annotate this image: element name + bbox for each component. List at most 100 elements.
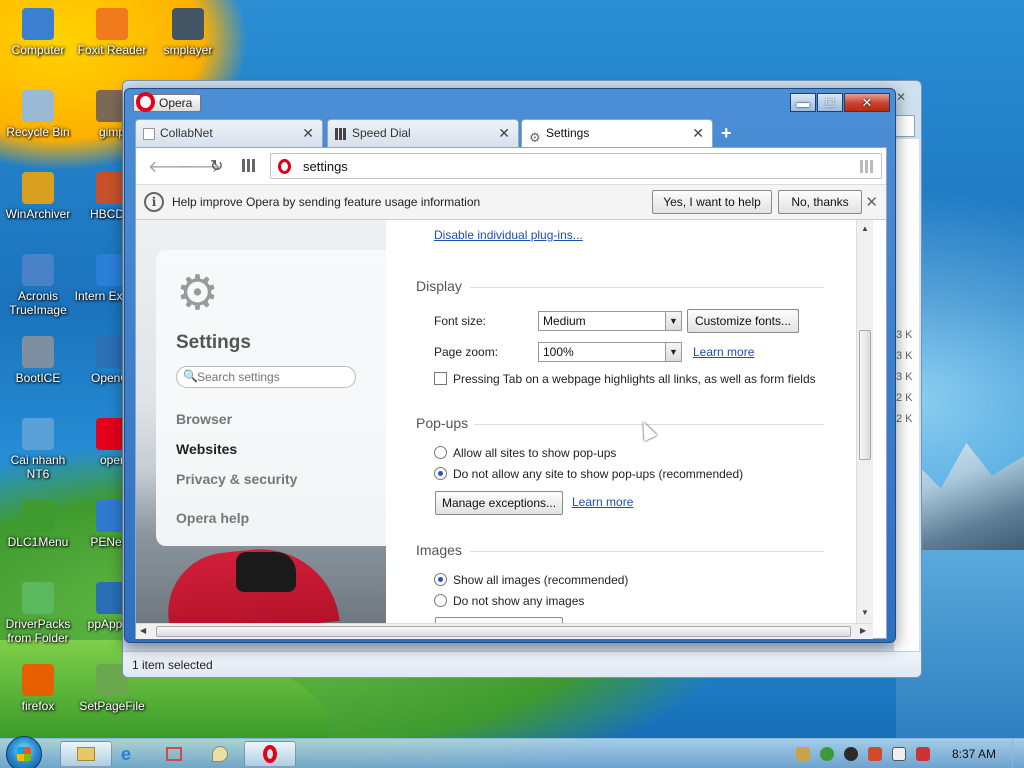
recycle-bin-icon xyxy=(22,90,54,122)
maximize-button[interactable]: □ xyxy=(817,93,843,112)
firefox-icon xyxy=(22,664,54,696)
info-icon: i xyxy=(144,192,164,212)
tab-highlight-checkbox[interactable] xyxy=(434,372,447,385)
tray-network-icon[interactable] xyxy=(892,747,906,761)
customize-fonts-button[interactable]: Customize fonts... xyxy=(687,309,799,333)
sidebar-item-websites[interactable]: Websites xyxy=(176,441,237,457)
vertical-scrollbar[interactable]: ▲ ▼ xyxy=(856,220,873,623)
font-size-label: Font size: xyxy=(434,314,487,328)
tab-close-icon[interactable]: ✕ xyxy=(692,120,704,146)
taskbar: e 8:37 AM xyxy=(0,736,1024,768)
file-size: 3 K xyxy=(896,350,913,362)
horizontal-scrollbar[interactable]: ◀ ▶ xyxy=(136,623,873,639)
images-hide-label: Do not show any images xyxy=(453,594,585,608)
popups-block-label: Do not allow any site to show pop-ups (r… xyxy=(453,467,744,481)
close-button[interactable]: ✕ xyxy=(844,93,890,112)
tray-tools-icon[interactable] xyxy=(868,747,882,761)
desktop-icon-label: Acronis TrueImage xyxy=(9,289,67,317)
reload-icon[interactable]: ↻ xyxy=(210,156,223,176)
show-desktop-button[interactable] xyxy=(1012,739,1024,768)
desktop-icon[interactable]: smplayer xyxy=(150,8,226,57)
images-show-label: Show all images (recommended) xyxy=(453,573,629,587)
page-zoom-select[interactable]: 100% ▼ xyxy=(538,342,682,362)
scroll-right-icon[interactable]: ▶ xyxy=(860,626,866,635)
taskbar-ie[interactable]: e xyxy=(102,741,150,767)
tray-app-icon[interactable] xyxy=(796,747,810,761)
desktop-icon[interactable]: DriverPacks from Folder xyxy=(0,582,76,645)
browser-content: 🡐 🡒 ↻ settings i Help improve Opera by s… xyxy=(135,147,887,639)
no-thanks-button[interactable]: No, thanks xyxy=(778,190,862,214)
chevron-down-icon: ▼ xyxy=(665,312,681,330)
url-field[interactable]: settings xyxy=(270,153,882,179)
taskbar-paint[interactable] xyxy=(196,741,244,767)
speed-dial-icon[interactable] xyxy=(242,159,255,172)
zoom-learn-more-link[interactable]: Learn more xyxy=(693,345,754,359)
tray-volume-icon[interactable] xyxy=(916,747,930,761)
file-size-column: 3 K 3 K 3 K 2 K 2 K xyxy=(893,139,919,659)
desktop-icon[interactable]: firefox xyxy=(0,664,76,713)
scroll-up-icon[interactable]: ▲ xyxy=(861,224,869,233)
desktop-icon-label: DLC1Menu xyxy=(7,535,69,549)
desktop-icon[interactable]: Computer xyxy=(0,8,76,57)
tab-settings[interactable]: ⚙ Settings ✕ xyxy=(521,119,713,147)
desktop-icon[interactable]: Recycle Bin xyxy=(0,90,76,139)
taskbar-opera[interactable] xyxy=(244,741,296,767)
new-tab-button[interactable]: + xyxy=(721,123,732,144)
manage-exceptions-button[interactable]: Manage exceptions... xyxy=(435,491,563,515)
sidebar-item-opera-help[interactable]: Opera help xyxy=(176,510,249,526)
images-hide-radio[interactable] xyxy=(434,594,447,607)
scroll-left-icon[interactable]: ◀ xyxy=(140,626,146,635)
driverpacks-icon xyxy=(22,582,54,614)
file-size: 3 K xyxy=(896,371,913,383)
popups-block-radio[interactable] xyxy=(434,467,447,480)
desktop-icon-label: Cai nhanh NT6 xyxy=(10,453,66,481)
search-settings-box[interactable]: 🔍 xyxy=(176,366,356,388)
popups-learn-more-link[interactable]: Learn more xyxy=(572,495,633,509)
opera-logo-icon xyxy=(136,92,155,112)
desktop-icon[interactable]: Cai nhanh NT6 xyxy=(0,418,76,481)
opera-window[interactable]: Opera ▬ □ ✕ CollabNet ✕ Speed Dial ✕ ⚙ S… xyxy=(124,88,896,643)
start-button[interactable] xyxy=(6,736,42,768)
desktop-icon[interactable]: Foxit Reader xyxy=(74,8,150,57)
tray-play-icon[interactable] xyxy=(844,747,858,761)
tray-security-icon[interactable] xyxy=(820,747,834,761)
sidebar-item-privacy[interactable]: Privacy & security xyxy=(176,471,297,487)
taskbar-network[interactable] xyxy=(150,741,198,767)
tab-close-icon[interactable]: ✕ xyxy=(498,120,510,146)
desktop-icon[interactable]: Acronis TrueImage xyxy=(0,254,76,317)
penguin-icon xyxy=(172,8,204,40)
desktop-icon[interactable]: WinArchiver xyxy=(0,172,76,221)
installer-icon xyxy=(22,418,54,450)
scrollbar-thumb[interactable] xyxy=(859,330,871,460)
sidebar-item-browser[interactable]: Browser xyxy=(176,411,232,427)
popups-allow-label: Allow all sites to show pop-ups xyxy=(453,446,617,460)
font-size-value: Medium xyxy=(543,314,586,328)
font-size-select[interactable]: Medium ▼ xyxy=(538,311,682,331)
images-show-radio[interactable] xyxy=(434,573,447,586)
desktop-icon[interactable]: BootICE xyxy=(0,336,76,385)
explorer-status-bar: 1 item selected xyxy=(123,651,921,677)
tab-close-icon[interactable]: ✕ xyxy=(302,120,314,146)
desktop-icon[interactable]: DLC1Menu xyxy=(0,500,76,549)
scroll-down-icon[interactable]: ▼ xyxy=(861,608,869,617)
tab-speed-dial[interactable]: Speed Dial ✕ xyxy=(327,119,519,147)
minimize-button[interactable]: ▬ xyxy=(790,93,816,112)
close-icon[interactable]: ✕ xyxy=(865,193,878,211)
speed-dial-grid-icon[interactable] xyxy=(860,160,873,173)
background-skydiver xyxy=(236,552,296,592)
search-input[interactable] xyxy=(197,369,349,385)
infobar-message: Help improve Opera by sending feature us… xyxy=(172,195,481,209)
status-text: 1 item selected xyxy=(132,658,213,672)
page-title: Settings xyxy=(176,332,251,353)
disable-plugins-link[interactable]: Disable individual plug-ins... xyxy=(434,228,583,242)
scrollbar-thumb[interactable] xyxy=(156,626,851,637)
settings-page: ⚙ Settings 🔍 Browser Websites Privacy & … xyxy=(136,220,886,623)
yes-help-button[interactable]: Yes, I want to help xyxy=(652,190,772,214)
opera-menu-button[interactable]: Opera xyxy=(133,92,201,112)
popups-allow-radio[interactable] xyxy=(434,446,447,459)
gear-icon: ⚙ xyxy=(529,130,541,145)
search-icon[interactable] xyxy=(893,115,915,137)
url-text[interactable]: settings xyxy=(303,159,348,174)
taskbar-clock[interactable]: 8:37 AM xyxy=(952,747,996,761)
tab-collabnet[interactable]: CollabNet ✕ xyxy=(135,119,323,147)
